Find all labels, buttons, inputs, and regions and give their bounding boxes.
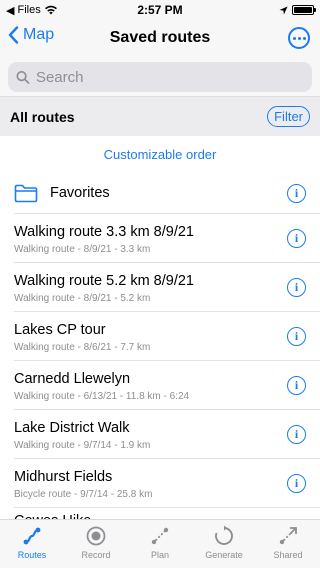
route-title: Walking route 3.3 km 8/9/21 xyxy=(14,223,194,240)
shared-icon xyxy=(279,527,297,545)
tab-record[interactable]: Record xyxy=(64,520,128,568)
back-to-app-icon: ◀ xyxy=(6,4,15,17)
tab-generate[interactable]: Generate xyxy=(192,520,256,568)
route-title: Midhurst Fields xyxy=(14,468,113,485)
status-left: ◀ Files xyxy=(6,4,58,17)
search-input[interactable] xyxy=(35,68,304,86)
route-title: Walking route 5.2 km 8/9/21 xyxy=(14,272,194,289)
info-icon[interactable]: i xyxy=(287,376,306,395)
record-icon xyxy=(86,526,106,546)
favorites-row[interactable]: Favorites i xyxy=(0,172,320,214)
back-button[interactable]: Map xyxy=(8,26,54,44)
info-icon[interactable]: i xyxy=(287,183,306,203)
more-dot-icon xyxy=(292,36,296,40)
favorites-label: Favorites xyxy=(50,185,110,201)
route-subtitle: Walking route - 9/7/14 - 1.9 km xyxy=(14,439,151,451)
route-subtitle: Walking route - 6/13/21 - 11.8 km - 6:24 xyxy=(14,390,190,402)
location-arrow-icon xyxy=(279,5,288,15)
section-title: All routes xyxy=(10,108,75,125)
routes-list: Customizable order Favorites i Walking r… xyxy=(0,136,320,524)
folder-icon xyxy=(14,184,38,202)
chevron-left-icon xyxy=(8,26,19,44)
info-icon[interactable]: i xyxy=(287,425,306,444)
wifi-icon xyxy=(44,5,57,15)
tab-plan[interactable]: Plan xyxy=(128,520,192,568)
favorites-left: Favorites xyxy=(14,184,110,203)
route-icon xyxy=(23,527,41,545)
search-container xyxy=(0,56,320,96)
tab-bar: Routes Record Plan Generate Shared xyxy=(0,519,320,568)
section-header: All routes Filter xyxy=(0,96,320,136)
generate-icon xyxy=(215,525,233,545)
more-options-button[interactable] xyxy=(288,27,310,49)
route-title: Lakes CP tour xyxy=(14,321,106,338)
route-title: Carnedd Llewelyn xyxy=(14,370,131,387)
route-text: Carnedd Llewelyn Walking route - 6/13/21… xyxy=(14,370,189,402)
route-row[interactable]: Lake District Walk Walking route - 9/7/1… xyxy=(0,410,320,459)
tab-label: Plan xyxy=(150,550,169,560)
customizable-order-button[interactable]: Customizable order xyxy=(0,136,320,172)
route-subtitle: Bicycle route - 9/7/14 - 25.8 km xyxy=(14,488,153,500)
more-dot-icon xyxy=(302,36,306,40)
search-icon xyxy=(16,70,30,84)
more-dot-icon xyxy=(297,36,301,40)
nav-bar: Map Saved routes xyxy=(0,20,320,56)
route-subtitle: Walking route - 8/6/21 - 7.7 km xyxy=(14,341,151,353)
info-icon[interactable]: i xyxy=(287,474,306,493)
route-text: Lake District Walk Walking route - 9/7/1… xyxy=(14,419,150,451)
status-right xyxy=(279,5,316,15)
status-bar: ◀ Files 2:57 PM xyxy=(0,0,320,20)
status-carrier: Files xyxy=(17,4,41,16)
filter-button[interactable]: Filter xyxy=(267,106,310,127)
route-text: Midhurst Fields Bicycle route - 9/7/14 -… xyxy=(14,468,152,500)
route-row[interactable]: Midhurst Fields Bicycle route - 9/7/14 -… xyxy=(0,459,320,508)
route-row[interactable]: Lakes CP tour Walking route - 8/6/21 - 7… xyxy=(0,312,320,361)
route-row[interactable]: Walking route 3.3 km 8/9/21 Walking rout… xyxy=(0,214,320,263)
route-row[interactable]: Walking route 5.2 km 8/9/21 Walking rout… xyxy=(0,263,320,312)
info-icon[interactable]: i xyxy=(287,229,306,248)
info-icon[interactable]: i xyxy=(287,278,306,297)
route-text: Lakes CP tour Walking route - 8/6/21 - 7… xyxy=(14,321,150,353)
route-text: Walking route 5.2 km 8/9/21 Walking rout… xyxy=(14,272,194,304)
tab-label: Shared xyxy=(273,550,303,560)
route-row[interactable]: Carnedd Llewelyn Walking route - 6/13/21… xyxy=(0,361,320,410)
route-subtitle: Walking route - 8/9/21 - 5.2 km xyxy=(14,292,151,304)
tab-routes[interactable]: Routes xyxy=(0,520,64,568)
route-subtitle: Walking route - 8/9/21 - 3.3 km xyxy=(14,243,151,255)
plan-icon xyxy=(151,527,169,545)
tab-label: Record xyxy=(81,550,111,560)
back-button-label: Map xyxy=(23,26,55,43)
tab-label: Generate xyxy=(205,550,243,560)
tab-shared[interactable]: Shared xyxy=(256,520,320,568)
battery-icon xyxy=(292,5,316,15)
search-bar[interactable] xyxy=(8,62,312,92)
route-text: Walking route 3.3 km 8/9/21 Walking rout… xyxy=(14,223,194,255)
info-icon[interactable]: i xyxy=(287,327,306,346)
route-title: Lake District Walk xyxy=(14,419,130,436)
tab-label: Routes xyxy=(17,550,47,560)
status-time: 2:57 PM xyxy=(137,3,183,17)
